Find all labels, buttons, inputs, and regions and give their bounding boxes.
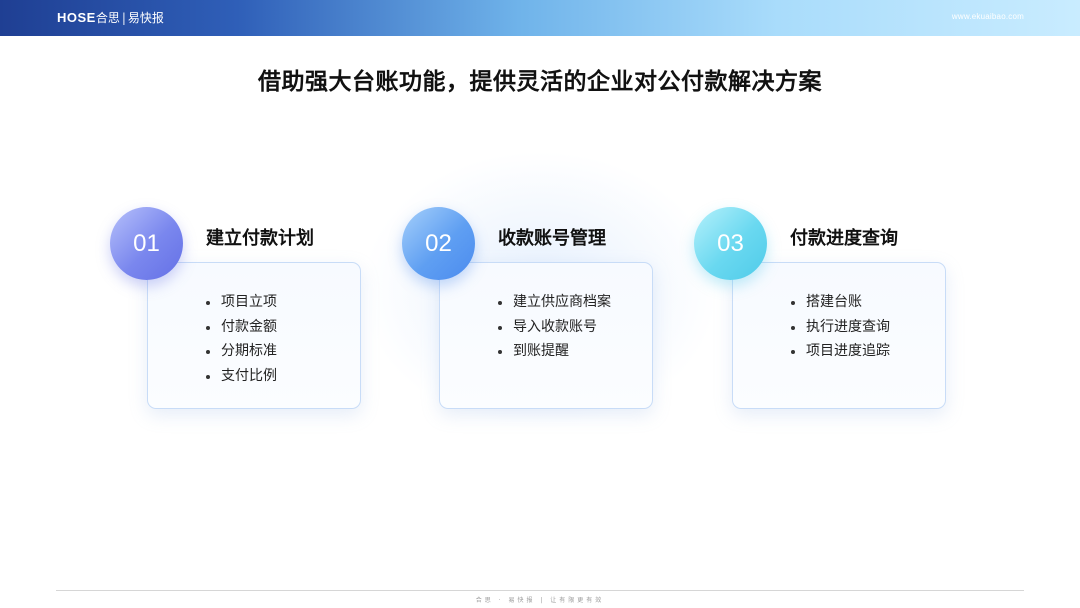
logo-brand: HOSE xyxy=(57,10,96,25)
list-item: 付款金额 xyxy=(206,315,277,340)
footer-divider xyxy=(56,590,1024,591)
logo-company: 合思 xyxy=(95,11,120,25)
footer-slogan: 合思 · 易快报 | 让有限更有效 xyxy=(475,597,605,604)
step-1-card: 项目立项 付款金额 分期标准 支付比例 xyxy=(147,262,361,409)
header-bar: HOSE合思 | 易快报 www.ekuaibao.com xyxy=(0,0,1080,36)
step-2-title: 收款账号管理 xyxy=(498,228,606,249)
step-1-list: 项目立项 付款金额 分期标准 支付比例 xyxy=(206,290,277,388)
step-2-number-badge: 02 xyxy=(402,207,475,280)
list-item: 项目立项 xyxy=(206,290,277,315)
step-3-title: 付款进度查询 xyxy=(790,228,898,249)
list-item: 建立供应商档案 xyxy=(498,290,611,315)
website-url: www.ekuaibao.com xyxy=(951,12,1024,21)
list-item: 项目进度追踪 xyxy=(791,339,890,364)
step-1-number-badge: 01 xyxy=(110,207,183,280)
step-2-card: 建立供应商档案 导入收款账号 到账提醒 xyxy=(439,262,653,409)
step-1-title: 建立付款计划 xyxy=(206,228,314,249)
company-logo: HOSE合思 | 易快报 xyxy=(57,10,164,26)
list-item: 支付比例 xyxy=(206,364,277,389)
page-title: 借助强大台账功能，提供灵活的企业对公付款解决方案 xyxy=(258,69,822,95)
list-item: 导入收款账号 xyxy=(498,315,611,340)
step-2-list: 建立供应商档案 导入收款账号 到账提醒 xyxy=(498,290,611,364)
list-item: 分期标准 xyxy=(206,339,277,364)
list-item: 执行进度查询 xyxy=(791,315,890,340)
step-3-list: 搭建台账 执行进度查询 项目进度追踪 xyxy=(791,290,890,364)
step-3-number-badge: 03 xyxy=(694,207,767,280)
logo-product: 易快报 xyxy=(127,11,164,25)
logo-separator: | xyxy=(121,11,126,25)
list-item: 到账提醒 xyxy=(498,339,611,364)
step-3-card: 搭建台账 执行进度查询 项目进度追踪 xyxy=(732,262,946,409)
list-item: 搭建台账 xyxy=(791,290,890,315)
